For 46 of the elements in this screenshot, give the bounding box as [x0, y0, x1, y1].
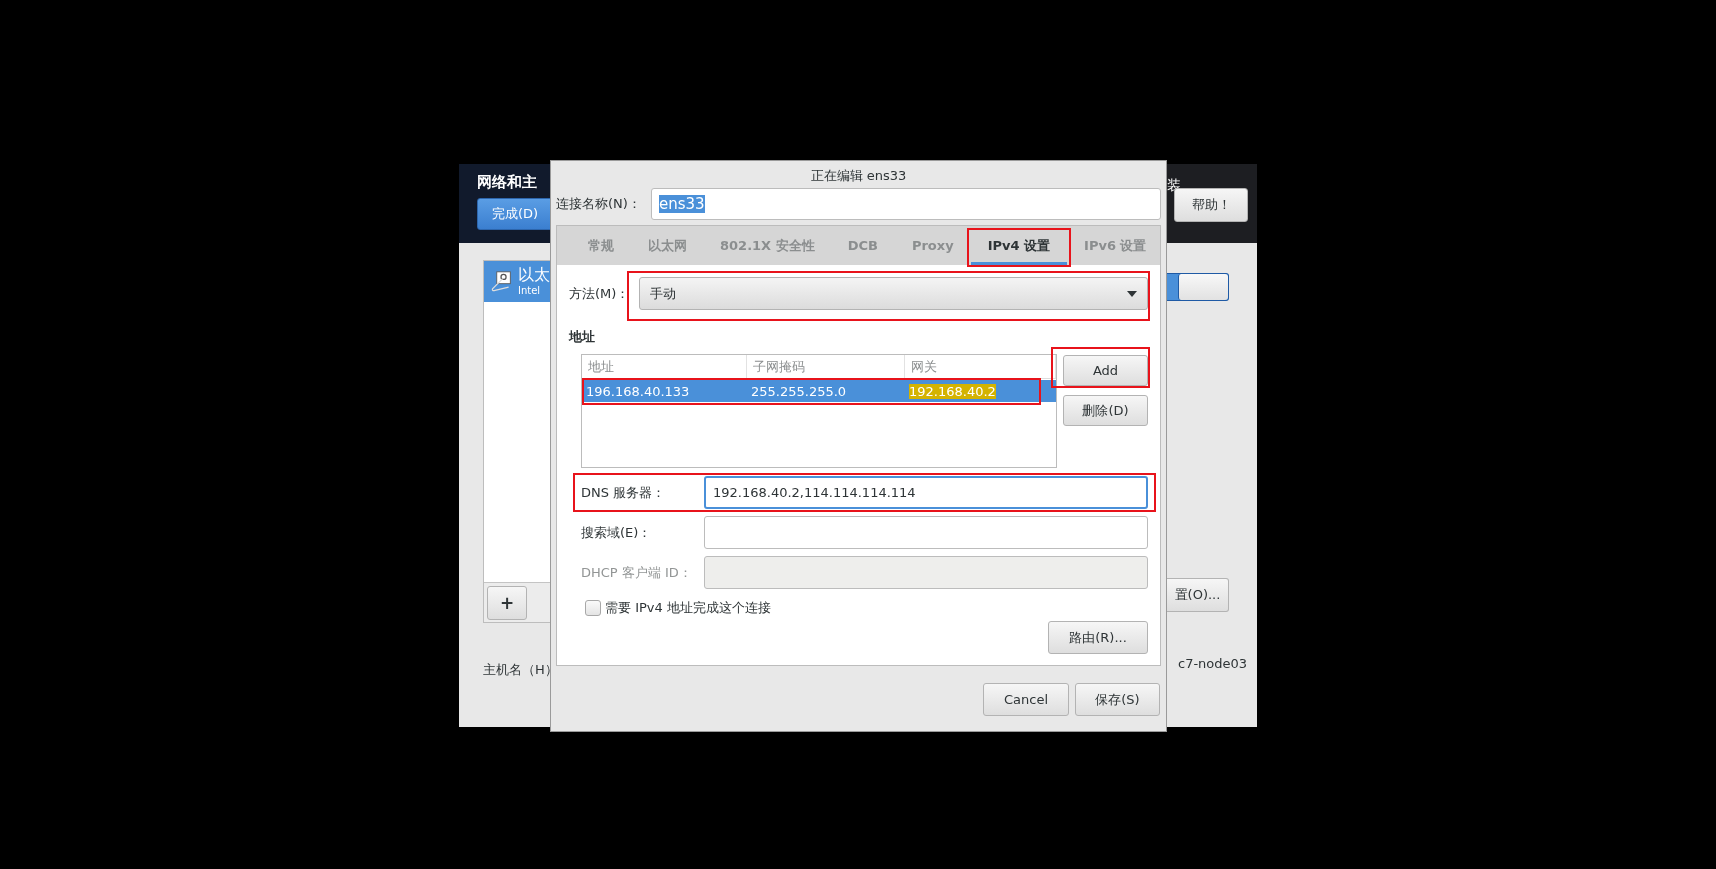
- connection-name-value: ens33: [659, 195, 705, 213]
- field-label: DNS 服务器：: [581, 483, 667, 502]
- add-device-button[interactable]: +: [487, 585, 527, 620]
- tab[interactable]: IPv6 设置: [1067, 226, 1164, 265]
- table-row[interactable]: 196.168.40.133 255.255.255.0 192.168.40.2: [582, 380, 1056, 402]
- method-dropdown[interactable]: 手动: [639, 277, 1148, 310]
- checkbox[interactable]: [585, 600, 601, 616]
- method-label: 方法(M)：: [569, 284, 631, 303]
- help-button[interactable]: 帮助！: [1174, 188, 1248, 222]
- window-title: 网络和主: [477, 172, 538, 192]
- checkbox-label: 需要 IPv4 地址完成这个连接: [605, 599, 771, 617]
- section-title: 地址: [569, 328, 596, 346]
- device-item[interactable]: 以太 Intel: [484, 261, 550, 302]
- routes-button[interactable]: 路由(R)...: [1048, 621, 1148, 654]
- input-field[interactable]: [704, 516, 1148, 549]
- device-subtitle: Intel: [518, 284, 542, 297]
- connection-name-field[interactable]: ens33: [651, 188, 1161, 220]
- cancel-button[interactable]: Cancel: [983, 683, 1069, 716]
- tab[interactable]: Proxy: [894, 226, 971, 265]
- save-button[interactable]: 保存(S): [1075, 683, 1160, 716]
- tab[interactable]: 802.1X 安全性: [704, 226, 831, 265]
- method-value: 手动: [650, 284, 676, 303]
- table-cell: 192.168.40.2: [909, 383, 996, 399]
- column-header[interactable]: 子网掩码: [747, 355, 905, 378]
- field-label: DHCP 客户端 ID：: [581, 563, 693, 582]
- device-name: 以太: [518, 266, 550, 284]
- tab[interactable]: 常规: [571, 226, 631, 265]
- input-field[interactable]: 192.168.40.2,114.114.114.114: [704, 476, 1148, 509]
- hostname-value: c7-node03: [1178, 656, 1249, 671]
- field-label: 搜索域(E)：: [581, 523, 653, 542]
- dropdown-arrow-icon: [1127, 290, 1137, 297]
- connection-name-label: 连接名称(N)：: [556, 195, 642, 213]
- table-cell: 255.255.255.0: [751, 383, 847, 399]
- tab[interactable]: 以太网: [631, 226, 704, 265]
- tab[interactable]: DCB: [830, 226, 895, 265]
- configure-button[interactable]: 置(O)...: [1167, 578, 1229, 612]
- delete-button[interactable]: 删除(D): [1063, 395, 1148, 426]
- hostname-label: 主机名（H）: [483, 661, 550, 679]
- column-header[interactable]: 地址: [582, 355, 747, 378]
- dialog-title: 正在编辑 ens33: [810, 168, 907, 184]
- done-button[interactable]: 完成(D): [477, 198, 550, 230]
- tab[interactable]: IPv4 设置: [970, 226, 1068, 265]
- table-cell: 196.168.40.133: [586, 383, 690, 399]
- toggle-switch[interactable]: [1167, 273, 1229, 301]
- column-header[interactable]: 网关: [905, 355, 1056, 378]
- add-button[interactable]: Add: [1063, 355, 1148, 386]
